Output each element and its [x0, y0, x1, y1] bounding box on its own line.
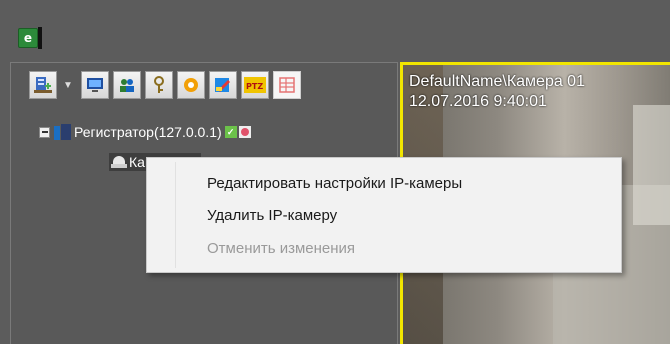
check-icon: ✓ [224, 126, 237, 138]
users-icon [120, 79, 134, 92]
grid-icon [279, 77, 295, 93]
toolbar: ▼ PTZ [29, 69, 305, 101]
error-icon [238, 126, 251, 138]
monitor-icon [87, 78, 103, 92]
edit-icon [215, 78, 230, 92]
menu-item-edit-camera[interactable]: Редактировать настройки IP-камеры [207, 171, 462, 197]
server-icon [54, 124, 72, 140]
tree-item-server[interactable]: Регистратор(127.0.0.1) ✓ [39, 124, 251, 140]
monitor-button[interactable] [81, 71, 109, 99]
server-label: Регистратор(127.0.0.1) [74, 124, 222, 140]
menu-item-undo-changes[interactable]: Отменить изменения [207, 236, 355, 262]
add-server-button[interactable] [29, 71, 57, 99]
key-button[interactable] [145, 71, 173, 99]
gear-icon [184, 78, 198, 92]
camera-icon [111, 156, 127, 168]
ptz-button[interactable]: PTZ [241, 71, 269, 99]
users-button[interactable] [113, 71, 141, 99]
app-window: e ▼ PTZ Регистратор(127.0.0.1) ✓ Default… [0, 0, 670, 344]
edit-button[interactable] [209, 71, 237, 99]
chevron-down-icon[interactable]: ▼ [61, 71, 75, 99]
key-icon [154, 76, 164, 93]
ptz-icon: PTZ [244, 77, 266, 93]
timestamp-overlay: 12.07.2016 9:40:01 [409, 93, 547, 110]
menu-item-delete-camera[interactable]: Удалить IP-камеру [207, 203, 337, 229]
camera-name-overlay: DefaultName\Камера 01 [409, 73, 585, 90]
grid-button[interactable] [273, 71, 301, 99]
app-logo: e [18, 27, 42, 49]
add-server-icon [34, 77, 52, 93]
context-menu: Редактировать настройки IP-камеры Удалит… [146, 157, 622, 273]
ptz-label: PTZ [246, 82, 263, 91]
collapse-icon[interactable] [39, 126, 50, 138]
settings-button[interactable] [177, 71, 205, 99]
